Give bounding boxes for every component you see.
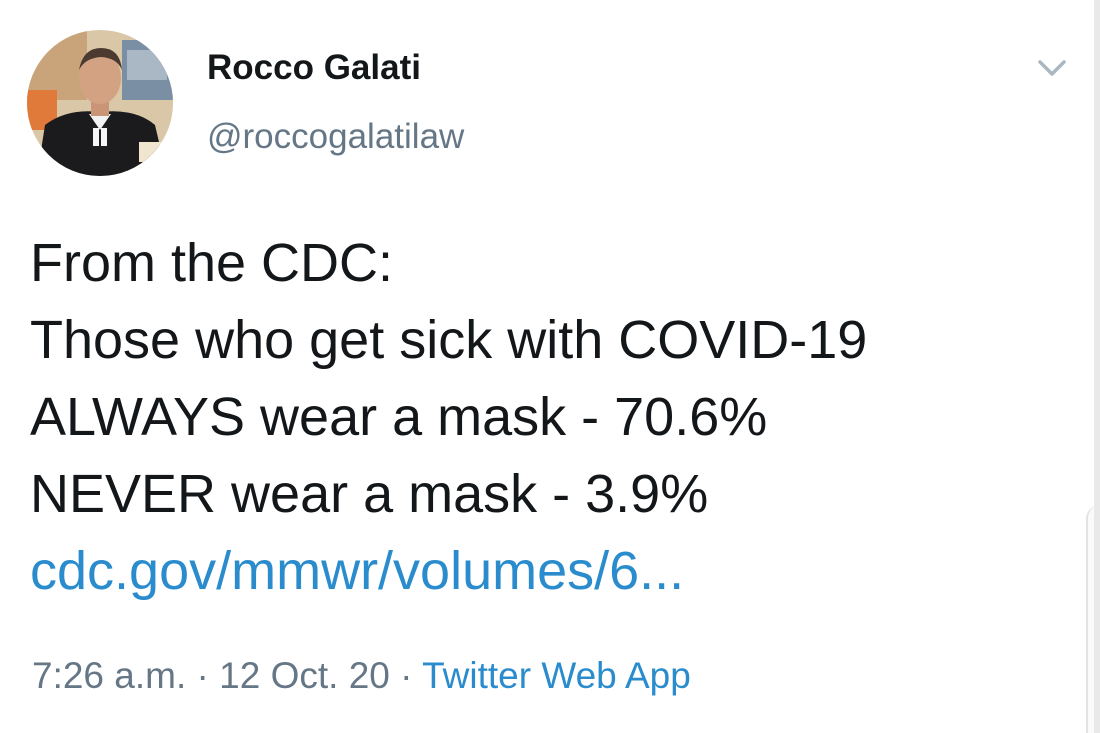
tweet-meta: 7:26 a.m. · 12 Oct. 20 · Twitter Web App [32, 657, 691, 694]
tweet-link[interactable]: cdc.gov/mmwr/volumes/6... [30, 533, 1080, 610]
tweet-card: Rocco Galati @roccogalatilaw From the CD… [0, 0, 1100, 733]
tweet-line: Those who get sick with COVID-19 [30, 310, 868, 370]
tweet-line: From the CDC: [30, 233, 394, 293]
tweet-line: NEVER wear a mask - 3.9% [30, 464, 709, 524]
avatar[interactable] [27, 30, 173, 176]
user-handle[interactable]: @roccogalatilaw [207, 119, 464, 154]
tweet-text: From the CDC: Those who get sick with CO… [30, 225, 1080, 610]
tweet-source-link[interactable]: Twitter Web App [422, 655, 691, 696]
tweet-date[interactable]: 12 Oct. 20 [219, 655, 390, 696]
display-name[interactable]: Rocco Galati [207, 50, 421, 85]
meta-separator: · [196, 655, 209, 696]
frame-edge [1094, 0, 1100, 733]
meta-separator: · [400, 655, 413, 696]
tweet-time[interactable]: 7:26 a.m. [32, 655, 186, 696]
profile-photo [27, 30, 173, 176]
chevron-down-icon [1038, 60, 1066, 76]
tweet-menu-button[interactable] [1030, 50, 1074, 86]
tweet-line: ALWAYS wear a mask - 70.6% [30, 387, 768, 447]
